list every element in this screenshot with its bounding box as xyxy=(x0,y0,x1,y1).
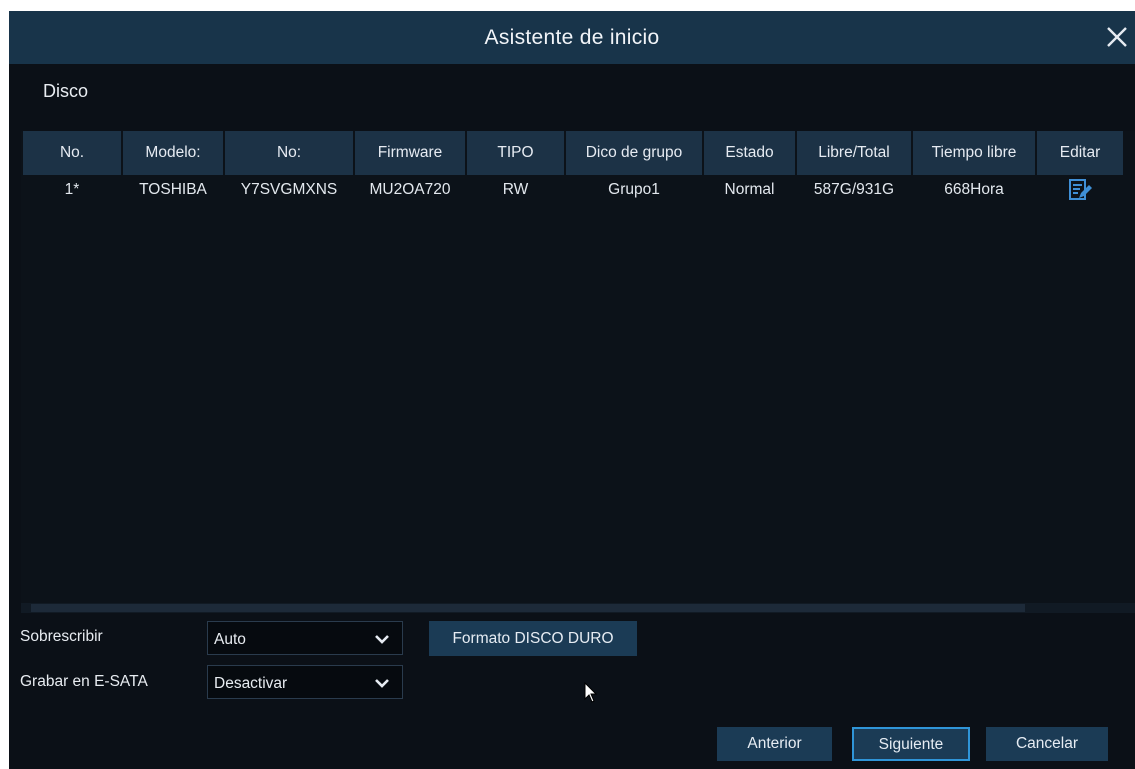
col-header-group: Dico de grupo xyxy=(566,131,702,175)
cell-model: TOSHIBA xyxy=(139,181,207,198)
col-header-status: Estado xyxy=(704,131,795,175)
overwrite-label: Sobrescribir xyxy=(20,628,103,645)
mouse-cursor-icon xyxy=(584,682,598,703)
overwrite-select-value: Auto xyxy=(214,631,246,648)
dialog-title: Asistente de inicio xyxy=(484,26,660,49)
disk-table-area: No. Modelo: No: Firmware TIPO Dico de gr… xyxy=(21,131,1135,613)
section-title: Disco xyxy=(43,81,89,101)
col-header-no: No. xyxy=(23,131,121,175)
col-header-edit: Editar xyxy=(1037,131,1123,175)
cell-no: 1* xyxy=(64,181,80,198)
horizontal-scrollbar[interactable] xyxy=(21,603,1135,613)
cell-edit xyxy=(1037,175,1123,205)
scrollbar-thumb[interactable] xyxy=(31,604,1025,612)
col-header-type: TIPO xyxy=(467,131,564,175)
previous-button[interactable]: Anterior xyxy=(717,727,832,761)
cell-type: RW xyxy=(502,181,529,198)
cell-free-time: 668Hora xyxy=(944,181,1004,198)
close-icon[interactable] xyxy=(1101,21,1133,53)
esata-select[interactable]: Desactivar xyxy=(207,665,403,699)
format-hdd-button[interactable]: Formato DISCO DURO xyxy=(429,621,637,656)
edit-icon[interactable] xyxy=(1067,178,1093,202)
col-header-serial: No: xyxy=(225,131,353,175)
disk-table: No. Modelo: No: Firmware TIPO Dico de gr… xyxy=(21,131,1125,205)
cell-group: Grupo1 xyxy=(608,181,660,198)
esata-label: Grabar en E-SATA xyxy=(20,673,148,690)
cell-free-total: 587G/931G xyxy=(813,181,895,198)
startup-wizard-dialog: Asistente de inicio Disco No. Modelo: No… xyxy=(9,11,1135,769)
overwrite-select[interactable]: Auto xyxy=(207,621,403,655)
chevron-down-icon xyxy=(375,679,389,688)
cell-serial: Y7SVGMXNS xyxy=(240,181,338,198)
col-header-firmware: Firmware xyxy=(355,131,465,175)
col-header-free-time: Tiempo libre xyxy=(913,131,1035,175)
cell-status: Normal xyxy=(724,181,775,198)
title-bar: Asistente de inicio xyxy=(9,11,1135,64)
table-header-row: No. Modelo: No: Firmware TIPO Dico de gr… xyxy=(23,131,1123,175)
next-button[interactable]: Siguiente xyxy=(852,727,970,761)
table-row[interactable]: 1* TOSHIBA Y7SVGMXNS MU2OA720 RW Grupo1 … xyxy=(23,175,1123,205)
cancel-button[interactable]: Cancelar xyxy=(986,727,1108,761)
col-header-free-total: Libre/Total xyxy=(797,131,911,175)
col-header-model: Modelo: xyxy=(123,131,223,175)
chevron-down-icon xyxy=(375,635,389,644)
cell-firmware: MU2OA720 xyxy=(369,181,451,198)
esata-select-value: Desactivar xyxy=(214,675,288,692)
